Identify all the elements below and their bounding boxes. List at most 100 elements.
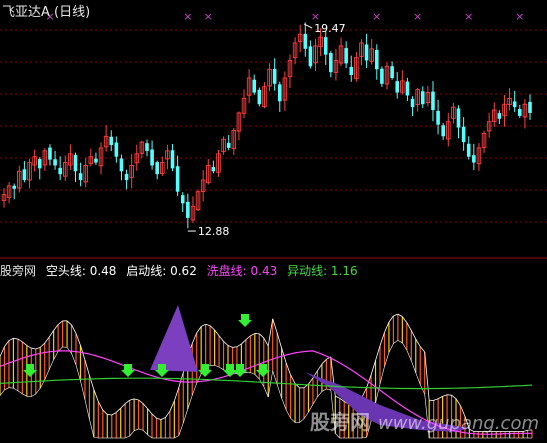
indicator-outline (254, 374, 260, 380)
min-label: 12.88 (198, 225, 230, 238)
indicator-outline (321, 388, 327, 392)
candle-body (329, 53, 333, 73)
candle-body (175, 166, 180, 192)
indicator-outline (17, 338, 23, 343)
indicator-legend: 股旁网 空头线: 0.48 启动线: 0.62 洗盘线: 0.43 异动线: 1… (0, 262, 364, 279)
indicator-outline (335, 395, 340, 399)
indicator-outline (267, 370, 274, 398)
candle-body (528, 101, 532, 113)
indicator-outline (205, 323, 211, 327)
indicator-outline (66, 320, 72, 326)
indicator-outline (281, 398, 287, 410)
green-arrow (238, 314, 252, 327)
candle-body (53, 159, 57, 166)
candle-body (472, 155, 476, 163)
green-arrow (121, 364, 135, 377)
indicator-outline (317, 363, 323, 372)
indicator-outline (402, 342, 408, 351)
indicator-outline (120, 403, 126, 409)
indicator-outline (361, 387, 367, 398)
indicator-outline (138, 399, 144, 404)
indicator-outline (75, 333, 81, 346)
candle-body (119, 158, 124, 172)
indicator-outline (4, 340, 10, 347)
indicator-outline (156, 417, 162, 421)
candle-body (405, 81, 410, 96)
indicator-outline (236, 343, 242, 348)
indicator-wash-line: 洗盘线: 0.43 (206, 264, 278, 278)
candle-body (78, 173, 83, 181)
indicator-outline (80, 380, 86, 400)
indicator-outline (402, 316, 408, 323)
indicator-outline (263, 337, 269, 347)
indicator-outline (173, 387, 180, 402)
indicator-outline (411, 360, 417, 373)
indicator-outline (97, 401, 104, 411)
indicator-outline (191, 332, 198, 344)
indicator-outline (71, 353, 77, 365)
purple-area (150, 305, 198, 372)
indicator-outline (8, 337, 14, 341)
indicator-outline (44, 336, 50, 344)
indicator-outline (317, 391, 323, 398)
indicator-outline (308, 377, 314, 385)
indicator-outline (124, 399, 130, 404)
indicator-outline (406, 349, 412, 361)
candle-body (180, 195, 185, 204)
indicator-outline (125, 435, 130, 439)
candle-body (380, 68, 384, 84)
indicator-outline (384, 321, 390, 333)
candle-body (461, 126, 466, 143)
candle-body (497, 113, 502, 119)
indicator-outline (375, 345, 381, 361)
indicator-outline (218, 366, 224, 370)
indicator-outline (214, 365, 220, 368)
indicator-outline (424, 351, 430, 401)
indicator-outline (44, 369, 50, 380)
candle-body (272, 68, 277, 84)
indicator-outline (451, 394, 457, 399)
green-arrow (198, 364, 212, 377)
candle-body (226, 142, 231, 148)
candle-body (431, 91, 435, 111)
indicator-outline (455, 398, 461, 406)
indicator-outline (303, 411, 309, 419)
indicator-outline (115, 407, 121, 413)
candle-body (456, 108, 461, 128)
indicator-outline (89, 419, 95, 438)
indicator-outline (151, 413, 157, 419)
max-label: 19.47 (314, 22, 346, 35)
indicator-outline (285, 409, 291, 419)
indicator-outline (241, 339, 247, 345)
indicator-outline (134, 398, 139, 401)
candle-body (410, 98, 415, 108)
indicator-outline (388, 343, 394, 353)
candle-body (395, 81, 400, 93)
candle-body (349, 66, 354, 76)
candle-body (22, 169, 27, 181)
indicator-outline (8, 387, 14, 389)
indicator-outline (53, 324, 59, 331)
indicator-outline (442, 394, 448, 397)
indicator-short-line: 空头线: 0.48 (45, 264, 117, 278)
indicator-outline (57, 320, 63, 325)
candle-body (517, 108, 522, 116)
candle-body (114, 142, 119, 157)
indicator-outline (111, 412, 117, 416)
indicator-outline (276, 332, 283, 349)
indicator-outline (272, 318, 278, 334)
indicator-outline (22, 393, 27, 397)
indicator-outline (397, 340, 403, 344)
indicator-outline (178, 422, 184, 436)
signal-marker: × (183, 10, 192, 23)
signal-marker: × (204, 10, 213, 23)
indicator-outline (35, 388, 41, 395)
candle-body (48, 147, 52, 160)
indicator-outline (393, 313, 399, 317)
abnormal-line (0, 377, 533, 390)
indicator-outline (142, 430, 148, 435)
indicator-outline (379, 366, 385, 385)
indicator-outline (245, 335, 251, 341)
candle-body (73, 154, 78, 172)
candle-body (364, 44, 369, 61)
